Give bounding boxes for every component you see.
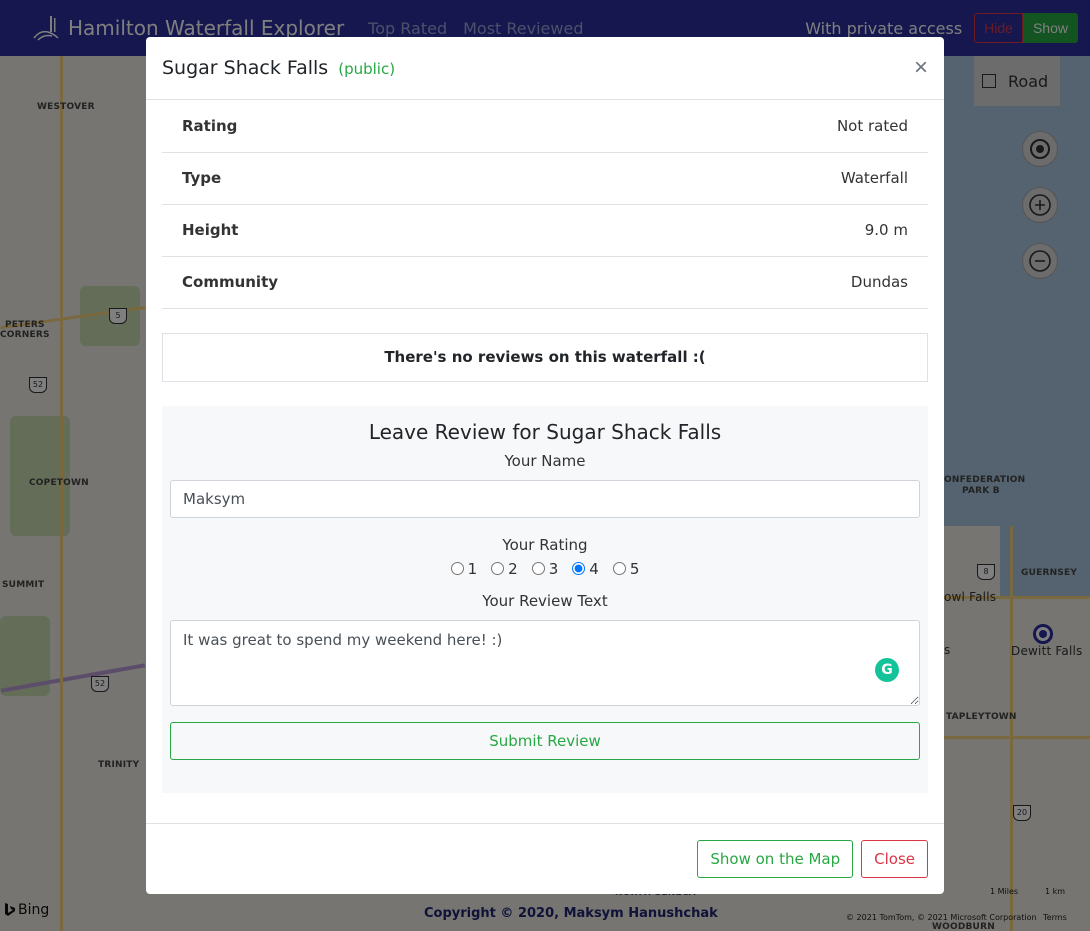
info-table: Rating Not rated Type Waterfall Height 9…	[162, 100, 928, 309]
modal-title: Sugar Shack Falls (public)	[162, 57, 395, 79]
name-label: Your Name	[504, 451, 586, 470]
rating-radio-3[interactable]	[531, 562, 545, 575]
table-row: Rating Not rated	[162, 100, 928, 153]
rating-option[interactable]: 2	[491, 560, 518, 578]
info-key: Rating	[162, 100, 584, 153]
rating-option[interactable]: 3	[531, 559, 559, 578]
grammarly-icon[interactable]: G	[875, 657, 899, 682]
rating-option-label: 5	[629, 559, 640, 578]
waterfall-modal: Sugar Shack Falls (public) × Rating Not …	[146, 37, 944, 894]
close-icon[interactable]: ×	[914, 56, 928, 80]
visibility-badge: (public)	[338, 60, 396, 78]
rating-label: Your Rating	[502, 535, 588, 554]
review-textarea[interactable]: It was great to spend my weekend here! :…	[170, 619, 920, 706]
modal-header: Sugar Shack Falls (public) ×	[146, 37, 944, 100]
rating-option[interactable]: 1	[450, 559, 478, 578]
rating-group: 1 2 3 4 5	[170, 560, 920, 578]
rating-option-label: 4	[589, 559, 599, 578]
rating-option-label: 3	[548, 559, 559, 578]
review-form-title: Leave Review for Sugar Shack Falls	[368, 419, 722, 444]
rating-radio-5[interactable]	[612, 562, 626, 575]
info-value: Dundas	[583, 256, 928, 309]
show-on-map-button[interactable]: Show on the Map	[697, 840, 854, 878]
info-value: Not rated	[583, 100, 928, 153]
waterfall-name: Sugar Shack Falls	[162, 57, 329, 79]
rating-option-label: 1	[467, 559, 478, 578]
close-button[interactable]: Close	[861, 840, 928, 878]
table-row: Height 9.0 m	[162, 204, 928, 257]
info-key: Height	[162, 204, 584, 257]
rating-option-label: 2	[508, 559, 518, 578]
submit-review-button[interactable]: Submit Review	[170, 721, 920, 760]
rating-option[interactable]: 5	[612, 559, 640, 578]
rating-radio-4[interactable]	[572, 562, 586, 575]
info-value: Waterfall	[583, 152, 928, 205]
info-value: 9.0 m	[583, 204, 928, 257]
info-key: Type	[162, 152, 584, 205]
modal-footer: Show on the Map Close	[146, 823, 944, 894]
review-form: Leave Review for Sugar Shack Falls Your …	[162, 405, 928, 793]
review-text-label: Your Review Text	[482, 591, 608, 610]
info-key: Community	[162, 256, 584, 309]
no-reviews-message: There's no reviews on this waterfall :(	[162, 332, 928, 382]
table-row: Type Waterfall	[162, 152, 928, 205]
rating-option[interactable]: 4	[572, 560, 599, 578]
rating-radio-2[interactable]	[491, 562, 505, 575]
table-row: Community Dundas	[162, 256, 928, 309]
modal-body: Rating Not rated Type Waterfall Height 9…	[146, 100, 944, 793]
rating-radio-1[interactable]	[450, 562, 464, 575]
name-input[interactable]	[170, 479, 920, 518]
